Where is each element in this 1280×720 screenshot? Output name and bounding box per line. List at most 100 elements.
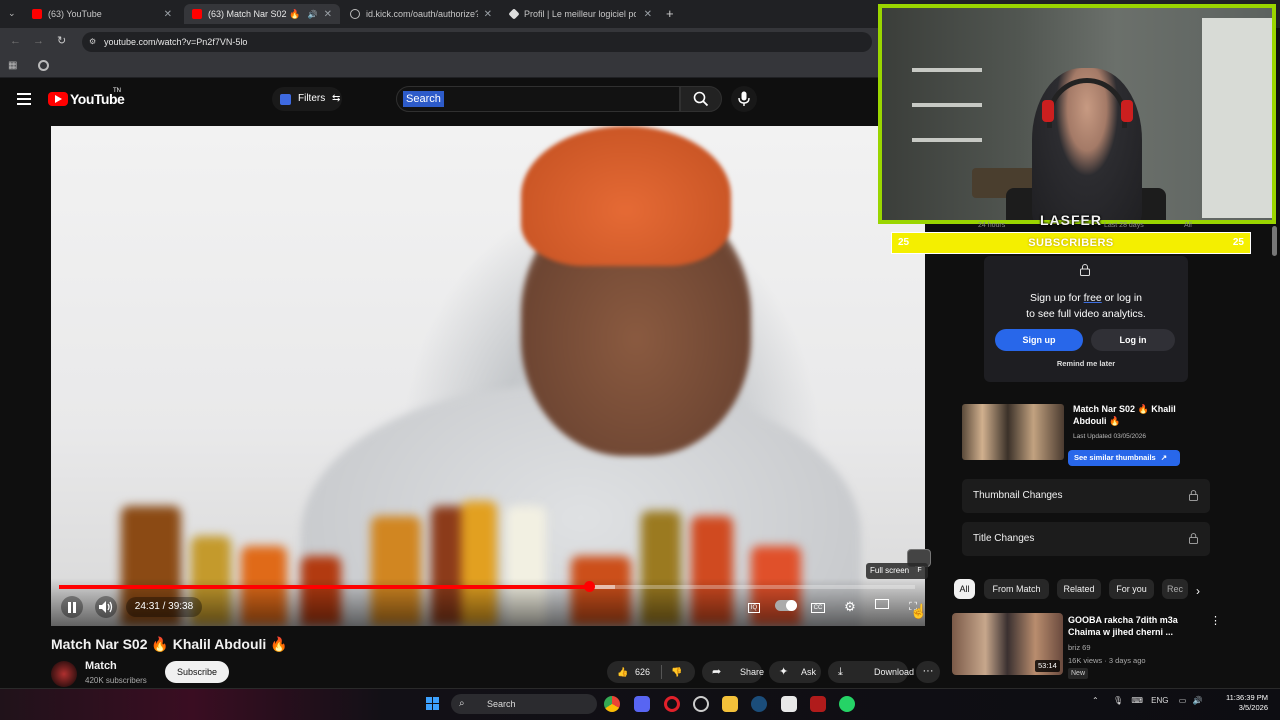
app-icon[interactable]	[781, 696, 797, 712]
chip-recent[interactable]: Rec	[1162, 579, 1188, 599]
lock-icon	[1189, 533, 1198, 544]
chip-all[interactable]: All	[954, 579, 975, 599]
video-analytics-icon[interactable]: IQ	[744, 598, 764, 616]
bookmark-globe-icon[interactable]	[38, 60, 49, 71]
chip-from-match[interactable]: From Match	[984, 579, 1049, 599]
chip-for-you[interactable]: For you	[1109, 579, 1154, 599]
reload-icon[interactable]: ↻	[57, 34, 66, 47]
volume-button[interactable]	[95, 596, 117, 618]
speaker-icon[interactable]: 🔊	[308, 10, 318, 19]
fullscreen-tooltip: Full screen F	[866, 563, 928, 579]
autoplay-toggle[interactable]	[774, 598, 798, 616]
page-scrollbar[interactable]	[1272, 226, 1277, 256]
theater-mode-icon[interactable]	[872, 598, 892, 616]
search-button[interactable]	[680, 86, 722, 112]
webcam-overlay	[878, 4, 1276, 224]
new-tab-button[interactable]: +	[666, 6, 674, 21]
close-tab-icon[interactable]: ✕	[164, 9, 172, 20]
microphone-tray-icon[interactable]: 🎙	[1113, 696, 1123, 705]
chevron-right-icon[interactable]: ›	[1196, 584, 1210, 598]
thumbs-up-icon[interactable]: 👍	[617, 661, 628, 683]
chip-related[interactable]: Related	[1057, 579, 1101, 599]
taskbar-search[interactable]: ⌕ Search	[451, 694, 597, 714]
tab-profil[interactable]: Profil | Le meilleur logiciel pour ✕	[502, 4, 660, 24]
related-video-title[interactable]: GOOBA rakcha 7dith m3a Chaima w jihed ch…	[1068, 614, 1204, 638]
language-indicator[interactable]: ENG	[1151, 696, 1168, 705]
scrubber-handle[interactable]	[583, 581, 595, 592]
like-count[interactable]: 626	[635, 661, 650, 683]
close-tab-icon[interactable]: ✕	[484, 9, 492, 20]
menu-icon[interactable]	[17, 93, 31, 105]
site-info-icon[interactable]: ⚙	[89, 32, 96, 52]
subscriber-count: 420K subscribers	[85, 676, 147, 685]
log-in-button[interactable]: Log in	[1091, 329, 1175, 351]
analytics-tab-24h[interactable]: 24 hours	[978, 222, 1005, 229]
lock-icon	[1189, 490, 1198, 501]
discord-icon[interactable]	[634, 696, 650, 712]
apps-grid-icon[interactable]: ▦	[8, 60, 17, 71]
youtube-logo-icon[interactable]	[48, 92, 68, 106]
thumbs-down-icon[interactable]: 👎	[671, 661, 682, 683]
url-field[interactable]: ⚙ youtube.com/watch?v=Pn2f7VN-5lo	[82, 32, 872, 52]
sign-up-button[interactable]: Sign up	[995, 329, 1083, 351]
more-vert-icon[interactable]: ⋮	[1210, 614, 1221, 627]
close-tab-icon[interactable]: ✕	[644, 9, 652, 20]
tab-title: id.kick.com/oauth/authorize?re	[366, 9, 478, 19]
youtube-favicon-icon	[192, 9, 202, 19]
pause-button[interactable]	[61, 596, 83, 618]
chrome-icon[interactable]	[604, 696, 620, 712]
volume-tray-icon[interactable]: 🔊	[1192, 696, 1202, 705]
diamond-favicon-icon	[508, 8, 520, 20]
remind-later-link[interactable]: Remind me later	[984, 359, 1188, 368]
youtube-favicon-icon	[32, 9, 42, 19]
keyboard-icon[interactable]: ⌨	[1131, 696, 1143, 705]
network-icon[interactable]: ▭	[1179, 696, 1187, 705]
video-player[interactable]	[51, 126, 925, 626]
more-actions-button[interactable]: ···	[916, 661, 940, 683]
webcam-shelf	[912, 103, 982, 107]
microphone-icon	[738, 91, 750, 106]
analytics-tab-28d[interactable]: Last 28 days	[1104, 222, 1144, 229]
fullscreen-shortcut-key: F	[915, 566, 924, 576]
filters-button[interactable]: Filters ⇆	[272, 87, 342, 111]
steam-icon[interactable]	[751, 696, 767, 712]
back-arrow-icon[interactable]: ←	[10, 35, 21, 47]
opera-icon[interactable]	[664, 696, 680, 712]
recording-app-icon[interactable]	[810, 696, 826, 712]
forward-arrow-icon[interactable]: →	[33, 35, 44, 47]
settings-gear-icon[interactable]: ⚙	[840, 598, 860, 616]
search-placeholder: Search	[403, 91, 444, 107]
voice-search-button[interactable]	[731, 86, 757, 112]
ask-button[interactable]: ✦ Ask	[769, 661, 821, 683]
tab-match-nar[interactable]: (63) Match Nar S02 🔥 Kh 🔊 ✕	[184, 4, 340, 24]
similar-thumbnails-button[interactable]: See similar thumbnails ↗	[1068, 450, 1180, 466]
sub-count-right: 25	[1232, 237, 1244, 248]
settings-app-icon[interactable]	[693, 696, 709, 712]
channel-name[interactable]: Match	[85, 660, 117, 672]
thumbnail-changes-label: Thumbnail Changes	[973, 490, 1063, 501]
subscribe-button[interactable]: Subscribe	[165, 661, 229, 683]
close-tab-icon[interactable]: ✕	[324, 9, 332, 20]
share-button[interactable]: ➦ Share	[702, 661, 764, 683]
system-clock[interactable]: 11:36:39 PM 3/5/2026	[1222, 693, 1268, 713]
title-changes-row[interactable]: Title Changes	[962, 522, 1210, 556]
whatsapp-icon[interactable]	[839, 696, 855, 712]
similar-thumbnails-label: See similar thumbnails	[1074, 453, 1156, 462]
system-tray: ⌃ 🎙 ⌨ ENG ▭ 🔊	[1092, 696, 1202, 705]
analytics-tab-all[interactable]: All	[1184, 222, 1192, 229]
tray-chevron-icon[interactable]: ⌃	[1092, 696, 1099, 705]
tab-youtube-home[interactable]: (63) YouTube ✕	[24, 4, 180, 24]
thumbnail-changes-row[interactable]: Thumbnail Changes	[962, 479, 1210, 513]
current-video-thumbnail[interactable]	[962, 404, 1064, 460]
related-video-channel[interactable]: briz 69	[1068, 643, 1091, 652]
download-button[interactable]: ⤓ Download	[828, 661, 914, 683]
tab-kick-oauth[interactable]: id.kick.com/oauth/authorize?re ✕	[342, 4, 500, 24]
download-label: Download	[874, 667, 915, 677]
tab-title: Profil | Le meilleur logiciel pour	[524, 9, 636, 19]
file-explorer-icon[interactable]	[722, 696, 738, 712]
channel-avatar[interactable]	[51, 661, 77, 687]
windows-start-icon[interactable]	[426, 697, 440, 711]
captions-icon[interactable]: CC	[808, 598, 828, 616]
tab-list-chevron-icon[interactable]: ⌄	[8, 8, 16, 19]
progress-bar[interactable]	[59, 581, 915, 592]
